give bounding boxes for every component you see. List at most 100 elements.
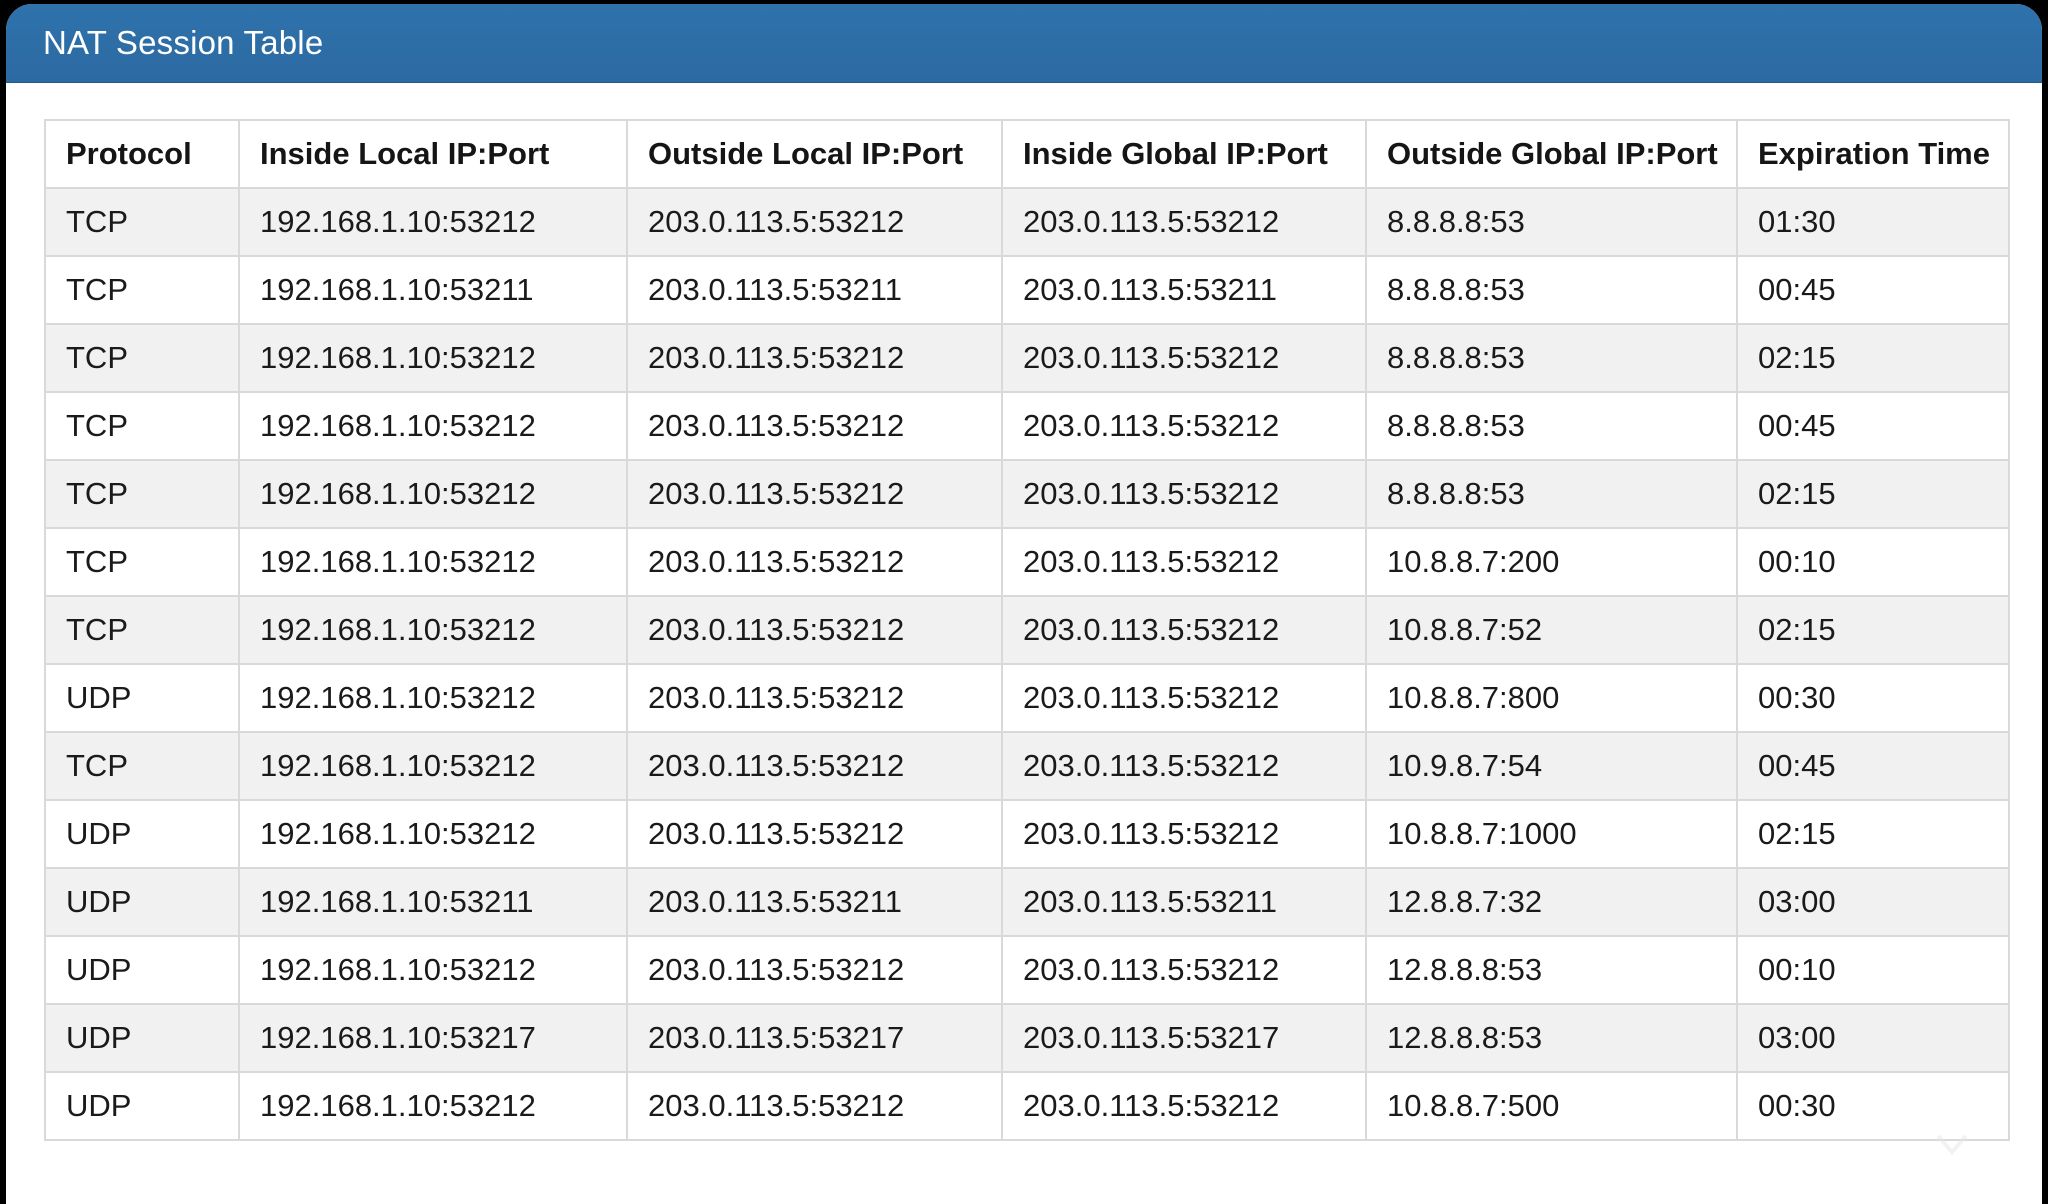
table-row[interactable]: TCP 192.168.1.10:53211 203.0.113.5:53211 20… xyxy=(44,255,2010,325)
cell-outside-global: 12.8.8.8:53 xyxy=(1365,1003,1738,1073)
cell-protocol: TCP xyxy=(44,459,240,529)
cell-inside-local: 192.168.1.10:53217 xyxy=(238,1003,628,1073)
cell-outside-global: 8.8.8.8:53 xyxy=(1365,391,1738,461)
table-row[interactable]: TCP 192.168.1.10:53212 203.0.113.5:53212 20… xyxy=(44,187,2010,257)
cell-outside-local: 203.0.113.5:53212 xyxy=(626,391,1003,461)
cell-expiration: 01:30 xyxy=(1736,187,2010,257)
cell-outside-global: 10.8.8.7:52 xyxy=(1365,595,1738,665)
cell-inside-local: 192.168.1.10:53212 xyxy=(238,731,628,801)
cell-expiration: 00:10 xyxy=(1736,935,2010,1005)
cell-protocol: UDP xyxy=(44,935,240,1005)
cell-expiration: 03:00 xyxy=(1736,1003,2010,1073)
nat-session-table: Protocol Inside Local IP:Port Outside Lo… xyxy=(44,119,2010,1141)
table-row[interactable]: UDP 192.168.1.10:53211 203.0.113.5:53211 20… xyxy=(44,867,2010,937)
table-row[interactable]: UDP 192.168.1.10:53212 203.0.113.5:53212 20… xyxy=(44,935,2010,1005)
cell-expiration: 02:15 xyxy=(1736,323,2010,393)
table-body: TCP 192.168.1.10:53212 203.0.113.5:53212 20… xyxy=(44,187,2010,1141)
cell-expiration: 03:00 xyxy=(1736,867,2010,937)
cell-outside-local: 203.0.113.5:53212 xyxy=(626,799,1003,869)
cell-inside-global: 203.0.113.5:53212 xyxy=(1001,1071,1367,1141)
cell-outside-local: 203.0.113.5:53212 xyxy=(626,187,1003,257)
cell-protocol: TCP xyxy=(44,255,240,325)
cell-protocol: TCP xyxy=(44,527,240,597)
cell-outside-global: 12.8.8.8:53 xyxy=(1365,935,1738,1005)
cell-expiration: 02:15 xyxy=(1736,595,2010,665)
table-row[interactable]: UDP 192.168.1.10:53212 203.0.113.5:53212 20… xyxy=(44,799,2010,869)
cell-inside-global: 203.0.113.5:53211 xyxy=(1001,255,1367,325)
cell-outside-global: 10.8.8.7:200 xyxy=(1365,527,1738,597)
cell-inside-global: 203.0.113.5:53212 xyxy=(1001,391,1367,461)
window-title: NAT Session Table xyxy=(43,24,324,61)
cell-inside-global: 203.0.113.5:53212 xyxy=(1001,323,1367,393)
cell-outside-global: 10.9.8.7:54 xyxy=(1365,731,1738,801)
column-header-inside-global[interactable]: Inside Global IP:Port xyxy=(1001,119,1367,189)
cell-outside-global: 10.8.8.7:500 xyxy=(1365,1071,1738,1141)
cell-outside-local: 203.0.113.5:53212 xyxy=(626,935,1003,1005)
cell-protocol: TCP xyxy=(44,595,240,665)
cell-inside-local: 192.168.1.10:53211 xyxy=(238,867,628,937)
cell-inside-local: 192.168.1.10:53212 xyxy=(238,1071,628,1141)
cell-inside-global: 203.0.113.5:53212 xyxy=(1001,663,1367,733)
watermark-chevron-icon xyxy=(1936,1134,1968,1156)
table-header-row: Protocol Inside Local IP:Port Outside Lo… xyxy=(44,119,2010,189)
cell-outside-global: 8.8.8.8:53 xyxy=(1365,255,1738,325)
cell-outside-global: 10.8.8.7:800 xyxy=(1365,663,1738,733)
cell-outside-global: 12.8.8.7:32 xyxy=(1365,867,1738,937)
table-row[interactable]: TCP 192.168.1.10:53212 203.0.113.5:53212 20… xyxy=(44,595,2010,665)
cell-protocol: TCP xyxy=(44,187,240,257)
cell-expiration: 00:45 xyxy=(1736,731,2010,801)
cell-expiration: 00:45 xyxy=(1736,391,2010,461)
cell-inside-local: 192.168.1.10:53212 xyxy=(238,935,628,1005)
cell-inside-global: 203.0.113.5:53212 xyxy=(1001,527,1367,597)
table-row[interactable]: TCP 192.168.1.10:53212 203.0.113.5:53212 20… xyxy=(44,459,2010,529)
cell-protocol: TCP xyxy=(44,731,240,801)
cell-expiration: 00:30 xyxy=(1736,663,2010,733)
table-row[interactable]: TCP 192.168.1.10:53212 203.0.113.5:53212 20… xyxy=(44,731,2010,801)
column-header-protocol[interactable]: Protocol xyxy=(44,119,240,189)
cell-outside-local: 203.0.113.5:53212 xyxy=(626,663,1003,733)
cell-outside-global: 10.8.8.7:1000 xyxy=(1365,799,1738,869)
cell-inside-local: 192.168.1.10:53212 xyxy=(238,663,628,733)
cell-inside-global: 203.0.113.5:53212 xyxy=(1001,595,1367,665)
table-row[interactable]: UDP 192.168.1.10:53217 203.0.113.5:53217 20… xyxy=(44,1003,2010,1073)
cell-expiration: 00:45 xyxy=(1736,255,2010,325)
cell-protocol: TCP xyxy=(44,323,240,393)
cell-expiration: 02:15 xyxy=(1736,459,2010,529)
column-header-inside-local[interactable]: Inside Local IP:Port xyxy=(238,119,628,189)
cell-inside-local: 192.168.1.10:53212 xyxy=(238,187,628,257)
table-row[interactable]: UDP 192.168.1.10:53212 203.0.113.5:53212 20… xyxy=(44,663,2010,733)
cell-protocol: UDP xyxy=(44,867,240,937)
cell-inside-global: 203.0.113.5:53212 xyxy=(1001,935,1367,1005)
cell-inside-local: 192.168.1.10:53212 xyxy=(238,391,628,461)
cell-inside-local: 192.168.1.10:53212 xyxy=(238,527,628,597)
cell-outside-local: 203.0.113.5:53212 xyxy=(626,527,1003,597)
cell-outside-local: 203.0.113.5:53211 xyxy=(626,255,1003,325)
column-header-expiration[interactable]: Expiration Time xyxy=(1736,119,2010,189)
cell-inside-global: 203.0.113.5:53212 xyxy=(1001,459,1367,529)
cell-inside-local: 192.168.1.10:53211 xyxy=(238,255,628,325)
cell-inside-local: 192.168.1.10:53212 xyxy=(238,323,628,393)
cell-inside-global: 203.0.113.5:53212 xyxy=(1001,187,1367,257)
cell-outside-local: 203.0.113.5:53212 xyxy=(626,731,1003,801)
column-header-outside-local[interactable]: Outside Local IP:Port xyxy=(626,119,1003,189)
cell-inside-local: 192.168.1.10:53212 xyxy=(238,799,628,869)
nat-session-window: NAT Session Table Protocol Inside Local … xyxy=(6,4,2042,1204)
cell-outside-global: 8.8.8.8:53 xyxy=(1365,459,1738,529)
table-row[interactable]: TCP 192.168.1.10:53212 203.0.113.5:53212 20… xyxy=(44,391,2010,461)
cell-inside-global: 203.0.113.5:53211 xyxy=(1001,867,1367,937)
table-row[interactable]: TCP 192.168.1.10:53212 203.0.113.5:53212 20… xyxy=(44,527,2010,597)
table-row[interactable]: TCP 192.168.1.10:53212 203.0.113.5:53212 20… xyxy=(44,323,2010,393)
cell-protocol: UDP xyxy=(44,1003,240,1073)
cell-inside-local: 192.168.1.10:53212 xyxy=(238,595,628,665)
cell-inside-local: 192.168.1.10:53212 xyxy=(238,459,628,529)
cell-protocol: UDP xyxy=(44,1071,240,1141)
cell-inside-global: 203.0.113.5:53217 xyxy=(1001,1003,1367,1073)
cell-protocol: UDP xyxy=(44,799,240,869)
column-header-outside-global[interactable]: Outside Global IP:Port xyxy=(1365,119,1738,189)
table-row[interactable]: UDP 192.168.1.10:53212 203.0.113.5:53212 20… xyxy=(44,1071,2010,1141)
cell-protocol: TCP xyxy=(44,391,240,461)
table-container: Protocol Inside Local IP:Port Outside Lo… xyxy=(6,83,2042,1141)
cell-expiration: 02:15 xyxy=(1736,799,2010,869)
cell-outside-local: 203.0.113.5:53212 xyxy=(626,595,1003,665)
cell-outside-local: 203.0.113.5:53212 xyxy=(626,323,1003,393)
